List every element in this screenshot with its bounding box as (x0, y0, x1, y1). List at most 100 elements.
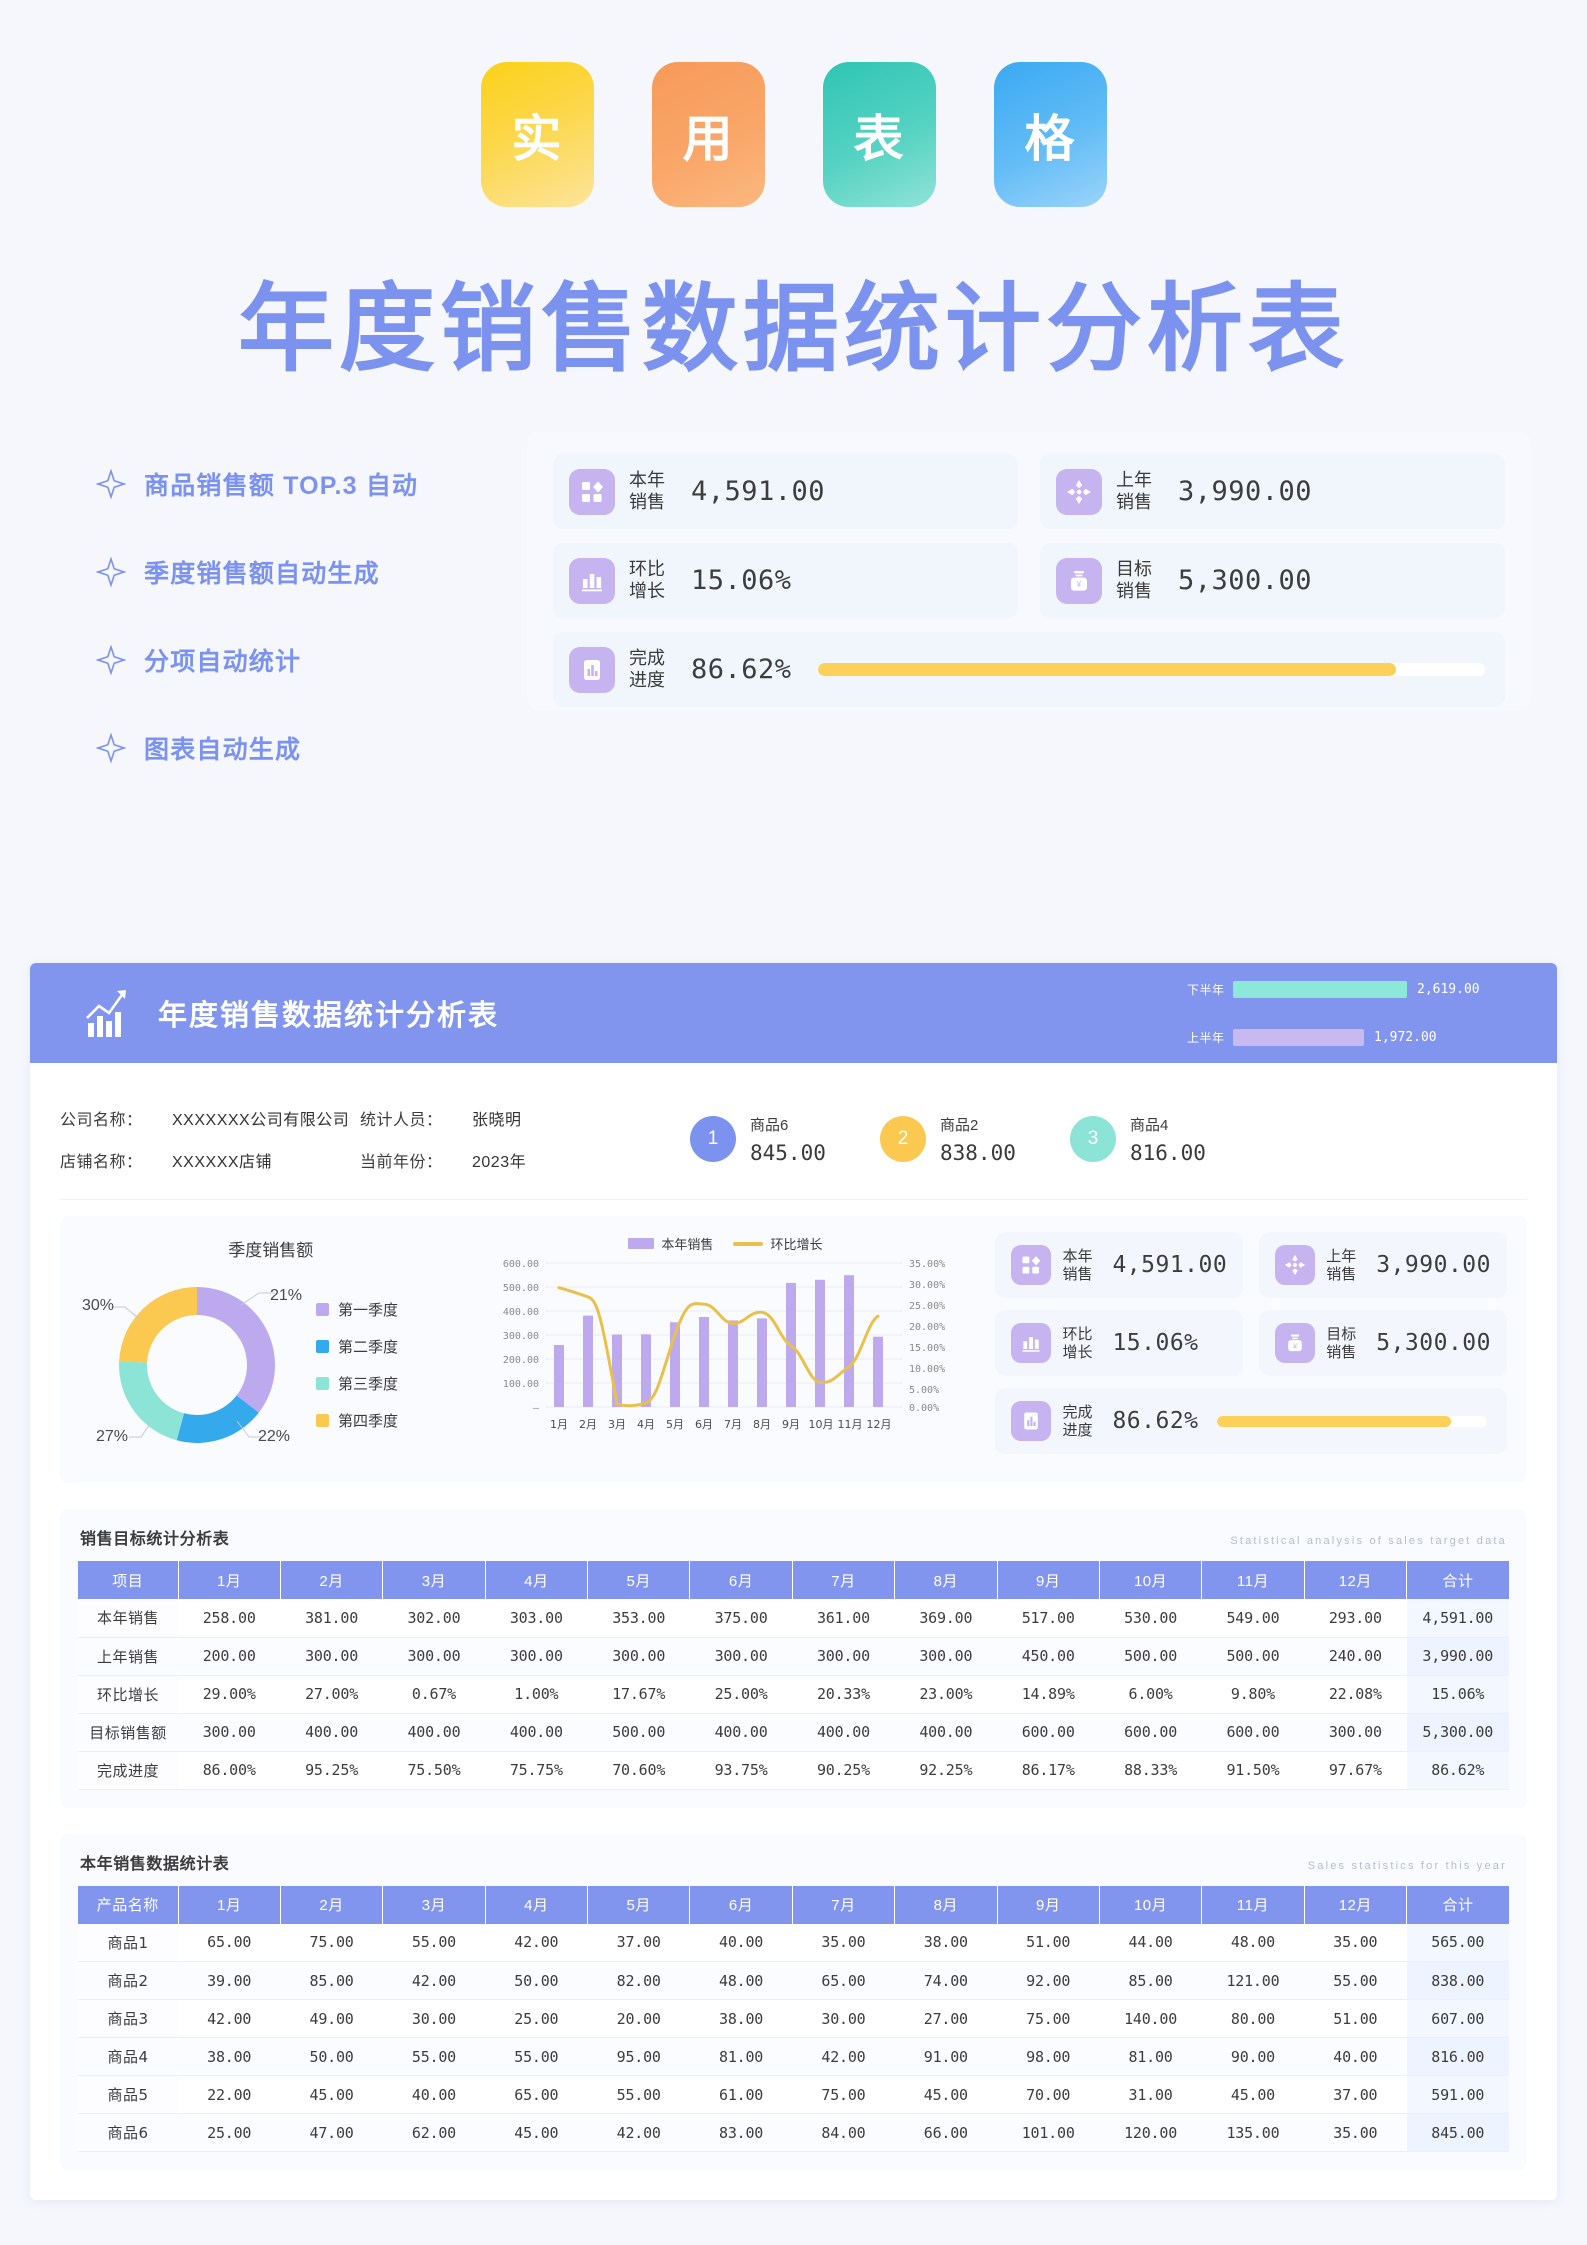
table-cell: 75.00 (280, 1923, 383, 1962)
money-jar-icon: ¥ (1056, 557, 1102, 604)
feature-list: 商品销售额 TOP.3 自动 季度销售额自动生成 分项自动统计 图表自动生成 (96, 432, 521, 792)
table-cell: 300.00 (792, 1637, 895, 1676)
table-cell: 35.00 (792, 1923, 895, 1962)
snowflake-icon (1056, 468, 1102, 515)
table-cell: 500.00 (1099, 1637, 1202, 1676)
table-column-header: 5月 (587, 1561, 691, 1599)
table-cell: 62.00 (382, 2113, 486, 2152)
bar-chart-icon (569, 557, 615, 604)
svg-text:6月: 6月 (695, 1418, 713, 1431)
table-cell: 816.00 (1406, 2037, 1509, 2076)
table-column-header: 4月 (485, 1561, 589, 1599)
kpi-value: 5,300.00 (1376, 1330, 1491, 1356)
kpi-label: 上年 销售 (1116, 469, 1152, 513)
table-cell: 400.00 (485, 1713, 588, 1752)
svg-text:20.00%: 20.00% (909, 1322, 945, 1333)
hero-badge-1: 实 (480, 62, 594, 207)
sales-target-table-block: 销售目标统计分析表 Statistical analysis of sales … (60, 1509, 1527, 1808)
table-cell: 375.00 (689, 1599, 793, 1638)
top3-item: 3 商品4 816.00 (1070, 1114, 1260, 1165)
svg-text:11月: 11月 (838, 1418, 863, 1431)
table-cell: 25.00% (689, 1675, 793, 1714)
table-cell: 300.00 (485, 1637, 588, 1676)
table-row: 商品3 42.00 49.00 30.00 25.00 20.00 38.00 30.00 27… (78, 1999, 1509, 2038)
top3-item: 2 商品2 838.00 (880, 1114, 1070, 1165)
table-cell: 22.00 (178, 2075, 281, 2114)
hero-badge-2: 用 (651, 62, 765, 207)
table-column-header: 项目 (78, 1561, 179, 1599)
legend-swatch-bar (628, 1238, 655, 1249)
half-year-track (1233, 980, 1407, 998)
half-year-row: 上半年 1,972.00 (1187, 1022, 1517, 1052)
table-column-header: 12月 (1304, 1885, 1408, 1924)
half-year-label: 下半年 (1187, 982, 1225, 997)
progress-chart-icon (1011, 1401, 1052, 1441)
page-title: 年度销售数据统计分析表 (238, 273, 1349, 385)
table-cell: 500.00 (1201, 1637, 1305, 1676)
table-cell: 74.00 (894, 1961, 997, 2000)
kpi-value: 3,990.00 (1376, 1252, 1491, 1278)
table-cell: 75.00 (997, 1999, 1100, 2038)
table-cell: 51.00 (997, 1923, 1100, 1962)
table-cell: 37.00 (587, 1923, 690, 1962)
table-cell: 25.00 (485, 1999, 588, 2038)
product-sales-table: 产品名称 1月 2月 3月 4月 5月 6月 7月 8月 9月 10月 11月 12月 合计 商品1 65.… (78, 1885, 1509, 2152)
feature-label: 图表自动生成 (144, 736, 302, 764)
table-column-header: 4月 (485, 1885, 589, 1924)
table-cell: 400.00 (280, 1713, 383, 1752)
money-jar-icon: ¥ (1275, 1323, 1316, 1363)
rank-badge: 1 (690, 1116, 736, 1162)
legend-item: 第一季度 (316, 1291, 398, 1328)
table-cell: 838.00 (1406, 1961, 1509, 2000)
sheet-title: 年度销售数据统计分析表 (158, 1000, 500, 1032)
table-cell: 400.00 (894, 1713, 997, 1752)
table-row: 目标销售额 300.00 400.00 400.00 400.00 500.00 400.0… (78, 1713, 1509, 1752)
table-cell: 42.00 (587, 2113, 690, 2152)
table-cell: 50.00 (485, 1961, 588, 2000)
table-cell: 50.00 (280, 2037, 383, 2076)
table-cell: 400.00 (382, 1713, 486, 1752)
legend-label: 本年销售 (661, 1237, 714, 1252)
legend-swatch (316, 1377, 329, 1390)
feature-item: 商品销售额 TOP.3 自动 (96, 440, 521, 528)
svg-text:400.00: 400.00 (503, 1307, 539, 1318)
top3-value: 838.00 (940, 1140, 1016, 1165)
quarterly-donut-chart: 季度销售额 21% 22% 27% 30% 第一季度 第二季度 第三季度 第四季… (76, 1230, 465, 1465)
donut-graphic: 21% 22% 27% 30% (82, 1265, 312, 1465)
svg-text:600.00: 600.00 (503, 1259, 539, 1270)
table-body: 商品1 65.00 75.00 55.00 42.00 37.00 40.00 35.00 38… (78, 1923, 1509, 2152)
table-cell: 300.00 (178, 1713, 281, 1752)
svg-text:5.00%: 5.00% (909, 1385, 939, 1396)
half-year-value: 1,972.00 (1374, 1029, 1437, 1045)
kpi-panel-sheet: 本年 销售 4,591.00 上年 销售 3,990.00 环比 增长 15.0… (985, 1230, 1511, 1465)
table-cell: 86.17% (997, 1751, 1100, 1790)
table-cell: 45.00 (1201, 2075, 1305, 2114)
table-body: 本年销售 258.00 381.00 302.00 303.00 353.00 375.00… (78, 1599, 1509, 1790)
table-cell: 23.00% (894, 1675, 997, 1714)
svg-text:4月: 4月 (637, 1418, 655, 1431)
kpi-value: 86.62% (691, 654, 792, 685)
table-column-header: 7月 (792, 1885, 896, 1924)
table-cell: 37.00 (1304, 2075, 1407, 2114)
table-cell: 369.00 (894, 1599, 997, 1638)
grid-diamond-icon (1011, 1245, 1052, 1285)
svg-text:0.00%: 0.00% (909, 1403, 939, 1414)
table-cell: 361.00 (792, 1599, 895, 1638)
table-cell: 40.00 (382, 2075, 486, 2114)
feature-label: 季度销售额自动生成 (144, 560, 380, 588)
legend-item: 第四季度 (316, 1402, 398, 1439)
bar-chart-icon (1011, 1323, 1052, 1363)
feature-item: 分项自动统计 (96, 616, 521, 704)
svg-text:3月: 3月 (608, 1418, 626, 1431)
table-row: 商品2 39.00 85.00 42.00 50.00 82.00 48.00 65.00 74… (78, 1961, 1509, 2000)
legend-label: 环比增长 (770, 1237, 823, 1252)
table-cell: 55.00 (587, 2075, 690, 2114)
kpi-value: 15.06% (1112, 1330, 1199, 1356)
kpi-label: 本年 销售 (629, 469, 665, 513)
table-cell: 35.00 (1304, 2113, 1407, 2152)
table-column-header: 6月 (689, 1561, 793, 1599)
table-cell: 6.00% (1099, 1675, 1202, 1714)
table-cell: 30.00 (382, 1999, 486, 2038)
table-cell: 39.00 (178, 1961, 281, 2000)
table-cell: 85.00 (1099, 1961, 1202, 2000)
